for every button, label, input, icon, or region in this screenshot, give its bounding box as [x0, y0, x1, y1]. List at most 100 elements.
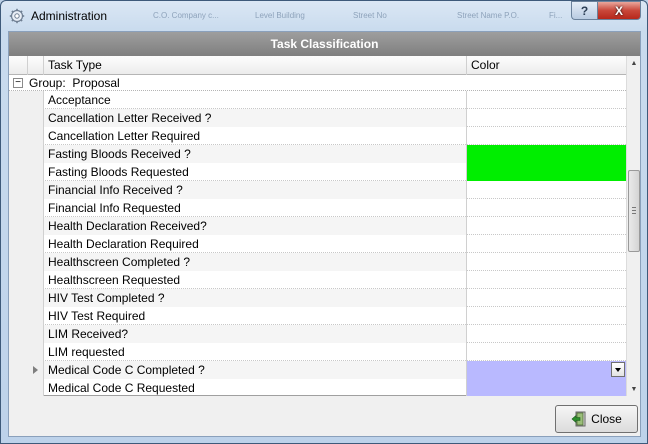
- group-row[interactable]: − Group: Proposal: [9, 75, 626, 91]
- scroll-thumb[interactable]: [628, 170, 640, 252]
- task-type-cell[interactable]: LIM Received?: [44, 325, 467, 343]
- table-row[interactable]: Fasting Bloods Received ?: [9, 145, 626, 163]
- table-row[interactable]: Cancellation Letter Required: [9, 127, 626, 145]
- color-cell[interactable]: [467, 91, 626, 109]
- table-row[interactable]: Acceptance: [9, 91, 626, 109]
- chevron-down-icon[interactable]: [611, 362, 625, 377]
- vertical-scrollbar[interactable]: ▲ ▼: [626, 56, 640, 396]
- color-cell[interactable]: [467, 379, 626, 397]
- task-type-cell[interactable]: Health Declaration Required: [44, 235, 467, 253]
- task-type-cell[interactable]: Medical Code C Completed ?: [44, 361, 467, 379]
- color-cell[interactable]: [467, 163, 626, 181]
- task-type-cell[interactable]: HIV Test Completed ?: [44, 289, 467, 307]
- ghost-title-text: C.O. Company c...: [153, 11, 219, 20]
- row-selector[interactable]: [28, 163, 44, 181]
- row-selector[interactable]: [28, 379, 44, 397]
- color-cell[interactable]: [467, 199, 626, 217]
- ghost-title-text: Level Building: [255, 11, 305, 20]
- close-button[interactable]: Close: [555, 405, 638, 433]
- task-type-cell[interactable]: Cancellation Letter Received ?: [44, 109, 467, 127]
- task-type-cell[interactable]: Healthscreen Completed ?: [44, 253, 467, 271]
- row-selector[interactable]: [28, 343, 44, 361]
- row-selector[interactable]: [28, 253, 44, 271]
- indent-cell: [9, 325, 28, 343]
- row-selector[interactable]: [28, 271, 44, 289]
- window-title: Administration: [31, 9, 108, 23]
- table-row[interactable]: LIM Received?: [9, 325, 626, 343]
- indent-cell: [9, 289, 28, 307]
- scroll-up-icon[interactable]: ▲: [627, 56, 641, 70]
- table-row[interactable]: Health Declaration Required: [9, 235, 626, 253]
- color-cell[interactable]: [467, 361, 626, 379]
- title-buttons: ? X: [571, 1, 641, 21]
- help-button[interactable]: ?: [571, 1, 597, 20]
- row-selector[interactable]: [28, 127, 44, 145]
- row-selector[interactable]: [28, 109, 44, 127]
- task-type-cell[interactable]: Health Declaration Received?: [44, 217, 467, 235]
- scroll-down-icon[interactable]: ▼: [627, 382, 641, 396]
- row-selector[interactable]: [28, 145, 44, 163]
- table-row[interactable]: Cancellation Letter Received ?: [9, 109, 626, 127]
- task-type-cell[interactable]: HIV Test Required: [44, 307, 467, 325]
- row-selector[interactable]: [28, 181, 44, 199]
- table-row[interactable]: Healthscreen Requested: [9, 271, 626, 289]
- row-selector-header: [28, 56, 44, 75]
- table-row[interactable]: Healthscreen Completed ?: [9, 253, 626, 271]
- column-header-color[interactable]: Color: [467, 56, 626, 75]
- indent-cell: [9, 307, 28, 325]
- color-cell[interactable]: [467, 217, 626, 235]
- color-cell[interactable]: [467, 253, 626, 271]
- task-type-cell[interactable]: Cancellation Letter Required: [44, 127, 467, 145]
- row-selector[interactable]: [28, 325, 44, 343]
- color-cell[interactable]: [467, 307, 626, 325]
- color-cell[interactable]: [467, 289, 626, 307]
- grip-icon: [632, 207, 636, 214]
- color-cell[interactable]: [467, 325, 626, 343]
- indent-cell: [9, 91, 28, 109]
- table-row[interactable]: HIV Test Completed ?: [9, 289, 626, 307]
- indent-cell: [9, 361, 28, 379]
- table-row[interactable]: Financial Info Requested: [9, 199, 626, 217]
- row-selector[interactable]: [28, 199, 44, 217]
- grid-caption: Task Classification: [9, 32, 640, 56]
- row-selector[interactable]: [28, 307, 44, 325]
- title-bar[interactable]: Administration C.O. Company c... Level B…: [1, 1, 647, 31]
- color-cell[interactable]: [467, 271, 626, 289]
- task-type-cell[interactable]: Healthscreen Requested: [44, 271, 467, 289]
- task-type-cell[interactable]: Fasting Bloods Received ?: [44, 145, 467, 163]
- indent-header: [9, 56, 28, 75]
- color-cell[interactable]: [467, 235, 626, 253]
- task-type-cell[interactable]: Financial Info Received ?: [44, 181, 467, 199]
- color-cell[interactable]: [467, 127, 626, 145]
- color-cell[interactable]: [467, 343, 626, 361]
- table-row[interactable]: Fasting Bloods Requested: [9, 163, 626, 181]
- color-cell[interactable]: [467, 145, 626, 163]
- row-selector[interactable]: [28, 217, 44, 235]
- table-row[interactable]: Financial Info Received ?: [9, 181, 626, 199]
- client-area: Task Classification Task Type Color − Gr…: [8, 31, 641, 437]
- task-type-cell[interactable]: Acceptance: [44, 91, 467, 109]
- task-type-cell[interactable]: Medical Code C Requested: [44, 379, 467, 397]
- row-selector[interactable]: [28, 361, 44, 379]
- indent-cell: [9, 163, 28, 181]
- row-selector[interactable]: [28, 235, 44, 253]
- table-row[interactable]: Medical Code C Requested: [9, 379, 626, 397]
- task-type-cell[interactable]: Fasting Bloods Requested: [44, 163, 467, 181]
- color-cell[interactable]: [467, 109, 626, 127]
- table-row[interactable]: HIV Test Required: [9, 307, 626, 325]
- column-headers: Task Type Color: [9, 56, 626, 75]
- row-selector[interactable]: [28, 91, 44, 109]
- ghost-title-text: Street Name P.O.: [457, 11, 520, 20]
- task-type-cell[interactable]: LIM requested: [44, 343, 467, 361]
- column-header-task-type[interactable]: Task Type: [44, 56, 467, 75]
- table-row[interactable]: Health Declaration Received?: [9, 217, 626, 235]
- table-row[interactable]: LIM requested: [9, 343, 626, 361]
- color-cell[interactable]: [467, 181, 626, 199]
- indent-cell: [9, 199, 28, 217]
- window-close-button[interactable]: X: [597, 1, 641, 20]
- table-row[interactable]: Medical Code C Completed ?: [9, 361, 626, 379]
- row-selector[interactable]: [28, 289, 44, 307]
- collapse-icon[interactable]: −: [13, 78, 23, 88]
- task-type-cell[interactable]: Financial Info Requested: [44, 199, 467, 217]
- group-name: Proposal: [72, 76, 120, 90]
